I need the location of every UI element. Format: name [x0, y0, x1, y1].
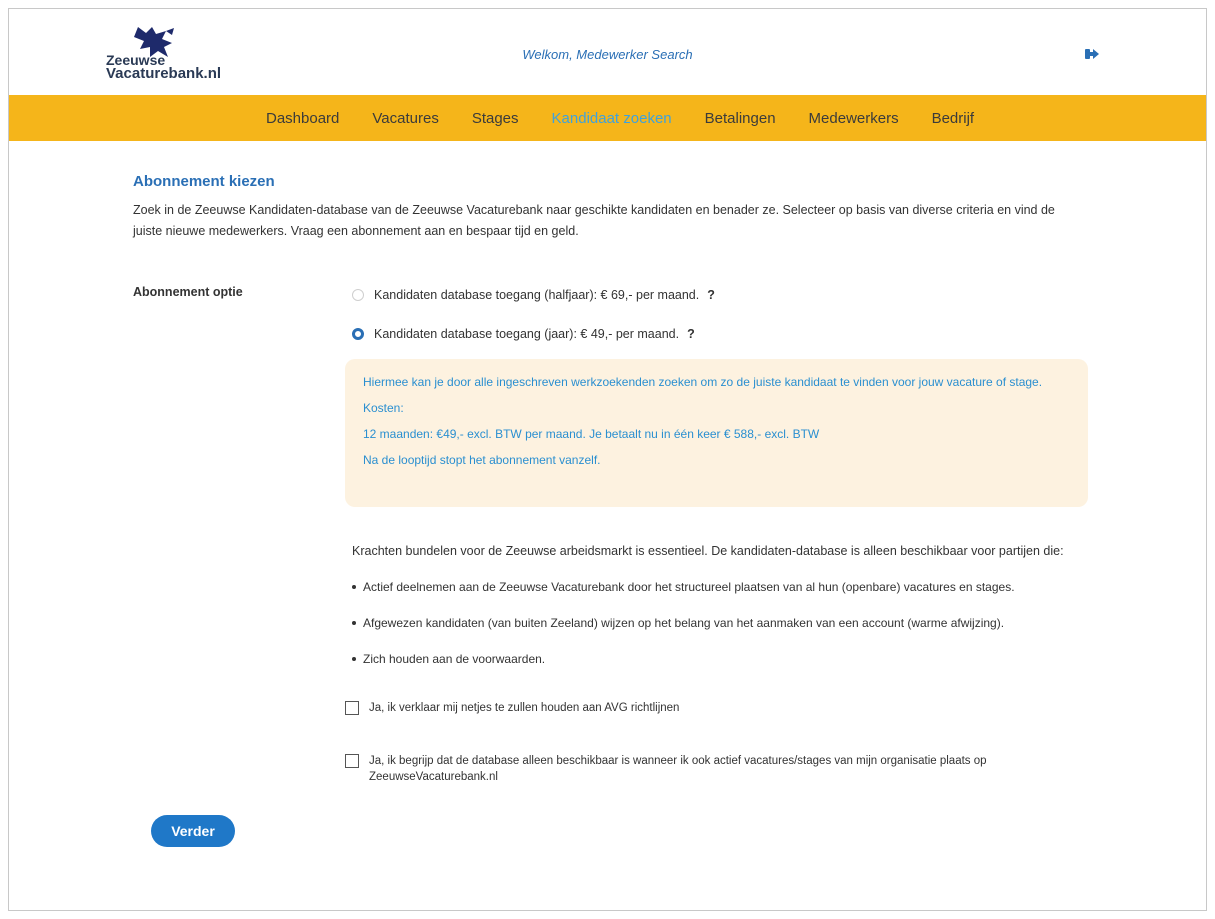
database-checkbox-line1: Ja, ik begrijp dat de database alleen be…	[369, 755, 987, 767]
option-jaar[interactable]: Kandidaten database toegang (jaar): € 49…	[352, 327, 695, 341]
header: Zeeuwse Vacaturebank.nl Welkom, Medewerk…	[9, 9, 1206, 95]
intro-text: Zoek in de Zeeuwse Kandidaten-database v…	[133, 203, 1055, 238]
nav-item-dashboard[interactable]: Dashboard	[266, 110, 339, 127]
condition-text: Zich houden aan de voorwaarden.	[363, 652, 546, 666]
nav-item-medewerkers[interactable]: Medewerkers	[809, 110, 899, 127]
page-title: Abonnement kiezen	[133, 173, 275, 190]
bullet-dot	[352, 621, 356, 625]
nav-item-vacatures[interactable]: Vacatures	[372, 110, 438, 127]
option-halfjaar-label: Kandidaten database toegang (halfjaar): …	[374, 288, 700, 302]
option-halfjaar[interactable]: Kandidaten database toegang (halfjaar): …	[352, 288, 715, 302]
database-checkbox-label: Ja, ik begrijp dat de database alleen be…	[369, 753, 987, 785]
condition-item: Actief deelnemen aan de Zeeuwse Vacature…	[352, 580, 1015, 594]
intro-section: Abonnement kiezen Zoek in de Zeeuwse Kan…	[133, 173, 1093, 242]
bullet-dot	[352, 585, 356, 589]
condition-text: Afgewezen kandidaten (van buiten Zeeland…	[363, 616, 1005, 630]
conditions-intro: Krachten bundelen voor de Zeeuwse arbeid…	[352, 544, 1064, 558]
option-jaar-label: Kandidaten database toegang (jaar): € 49…	[374, 327, 680, 341]
subscription-option-label: Abonnement optie	[133, 285, 243, 299]
logout-icon[interactable]	[1085, 48, 1099, 60]
nav-item-betalingen[interactable]: Betalingen	[705, 110, 776, 127]
info-description: Hiermee kan je door alle ingeschreven we…	[363, 375, 1043, 389]
nav-list: Dashboard Vacatures Stages Kandidaat zoe…	[266, 95, 1007, 141]
nav-item-bedrijf[interactable]: Bedrijf	[932, 110, 975, 127]
avg-checkbox-label: Ja, ik verklaar mij netjes te zullen hou…	[369, 702, 680, 714]
info-duration-note: Na de looptijd stopt het abonnement vanz…	[363, 453, 601, 467]
info-box: Hiermee kan je door alle ingeschreven we…	[345, 359, 1088, 507]
page-frame: Zeeuwse Vacaturebank.nl Welkom, Medewerk…	[8, 8, 1207, 911]
bullet-dot	[352, 657, 356, 661]
avg-checkbox[interactable]	[345, 701, 359, 715]
radio-jaar[interactable]	[352, 328, 364, 340]
welcome-message: Welkom, Medewerker Search	[522, 47, 693, 62]
database-checkbox[interactable]	[345, 754, 359, 768]
info-costs-label: Kosten:	[363, 401, 404, 415]
help-icon[interactable]: ?	[707, 288, 715, 302]
radio-halfjaar[interactable]	[352, 289, 364, 301]
main-navigation: Dashboard Vacatures Stages Kandidaat zoe…	[9, 95, 1206, 141]
condition-item: Zich houden aan de voorwaarden.	[352, 652, 545, 666]
help-icon[interactable]: ?	[687, 327, 695, 341]
condition-text: Actief deelnemen aan de Zeeuwse Vacature…	[363, 580, 1015, 594]
logo-line2: Vacaturebank.nl	[106, 65, 222, 82]
verder-button[interactable]: Verder	[151, 815, 235, 847]
condition-item: Afgewezen kandidaten (van buiten Zeeland…	[352, 616, 1004, 630]
nav-item-stages[interactable]: Stages	[472, 110, 519, 127]
info-costs-detail: 12 maanden: €49,- excl. BTW per maand. J…	[363, 427, 820, 441]
database-agreement[interactable]: Ja, ik begrijp dat de database alleen be…	[345, 753, 987, 785]
nav-item-kandidaat-zoeken[interactable]: Kandidaat zoeken	[552, 110, 672, 127]
avg-agreement[interactable]: Ja, ik verklaar mij netjes te zullen hou…	[345, 700, 679, 716]
database-checkbox-line2: ZeeuwseVacaturebank.nl	[369, 771, 498, 783]
